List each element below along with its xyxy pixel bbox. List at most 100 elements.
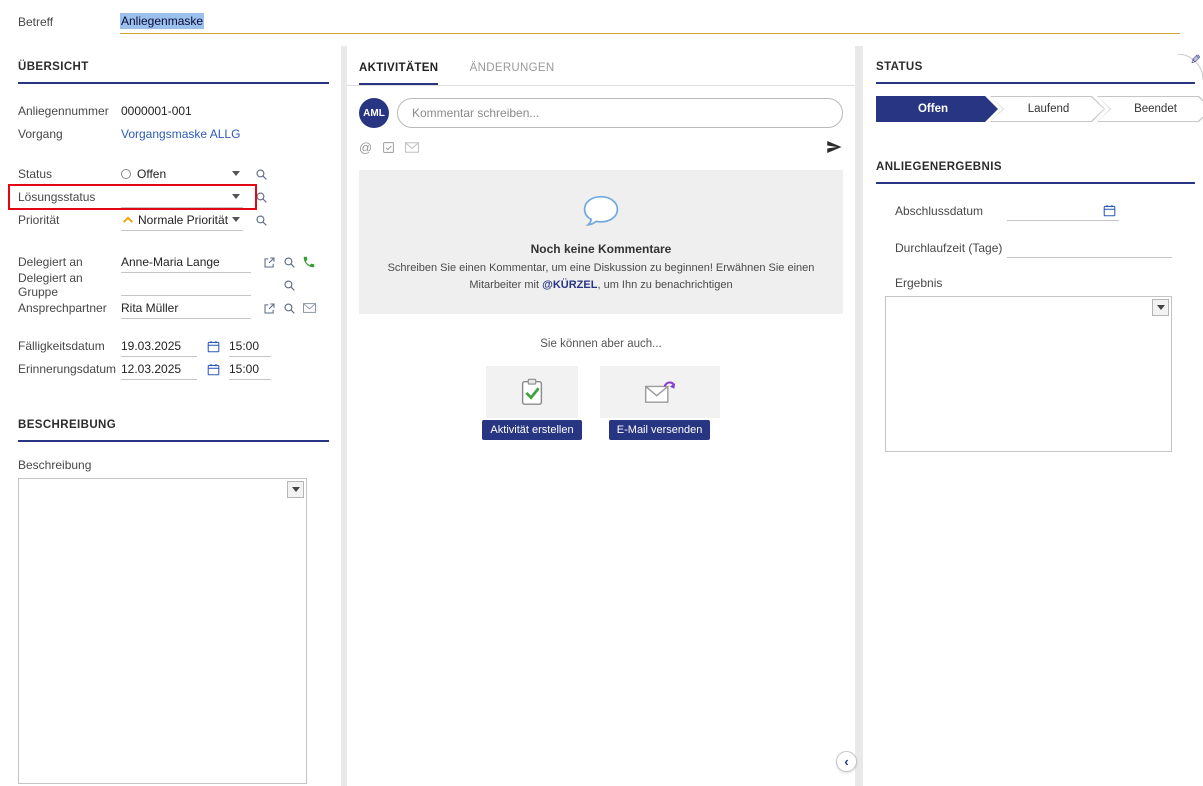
priority-normal-icon	[121, 215, 135, 224]
field-abschlussdatum: Abschlussdatum	[895, 200, 1172, 221]
send-mail-icon	[644, 380, 676, 404]
task-icon[interactable]	[382, 141, 395, 154]
corner-edit-widget: ✎	[1177, 54, 1203, 80]
activities-tabbar: AKTIVITÄTEN ÄNDERUNGEN	[347, 46, 855, 86]
delegiert-gruppe-search-icon[interactable]	[279, 279, 299, 292]
prioritaet-search-icon[interactable]	[251, 214, 271, 227]
field-durchlaufzeit: Durchlaufzeit (Tage)	[895, 237, 1172, 258]
field-anliegennummer: Anliegennummer 0000001-001	[18, 100, 329, 122]
faelligkeitsdatum-calendar-icon[interactable]	[203, 340, 223, 353]
ansprechpartner-search-icon[interactable]	[279, 302, 299, 315]
delegiert-an-open-icon[interactable]	[259, 256, 279, 269]
erinnerungsdatum-calendar-icon[interactable]	[203, 363, 223, 376]
comment-input[interactable]	[410, 105, 830, 121]
send-icon[interactable]	[825, 138, 843, 156]
field-ansprechpartner: Ansprechpartner Rita Müller	[18, 297, 329, 319]
durchlaufzeit-input[interactable]	[1007, 238, 1172, 258]
field-delegiert-gruppe: Delegiert an Gruppe	[18, 274, 329, 296]
subject-label: Betreff	[18, 15, 53, 29]
comment-composer: AML	[359, 98, 843, 128]
prioritaet-label: Priorität	[18, 213, 121, 227]
tab-aenderungen[interactable]: ÄNDERUNGEN	[470, 62, 555, 83]
status-step-offen[interactable]: Offen	[876, 96, 998, 122]
also-text: Sie können aber auch...	[347, 338, 855, 350]
mention-icon[interactable]: @	[359, 140, 372, 155]
send-email-card: E-Mail versenden	[600, 366, 720, 440]
activity-card-iconbox	[486, 366, 578, 418]
status-step-beendet[interactable]: Beendet	[1097, 96, 1203, 122]
no-comments-text-part2: , um Ihn zu benachrichtigen	[597, 279, 732, 291]
erinnerungsdatum-time-input[interactable]: 15:00	[229, 359, 271, 380]
delegiert-an-search-icon[interactable]	[279, 256, 299, 269]
send-email-button[interactable]: E-Mail versenden	[609, 420, 711, 440]
ergebnis-label: Ergebnis	[876, 276, 1203, 290]
field-prioritaet: Priorität Normale Priorität	[18, 209, 329, 231]
faelligkeitsdatum-time-input[interactable]: 15:00	[229, 336, 271, 357]
abschlussdatum-input[interactable]	[1007, 201, 1119, 221]
ansprechpartner-mail-icon[interactable]	[299, 303, 319, 313]
no-comments-panel: Noch keine Kommentare Schreiben Sie eine…	[359, 170, 843, 314]
speech-bubble-icon	[582, 194, 620, 227]
loesungsstatus-label: Lösungsstatus	[18, 190, 121, 204]
loesungsstatus-dropdown-icon[interactable]	[232, 194, 240, 199]
email-icon[interactable]	[405, 142, 419, 153]
comment-toolbar: @	[359, 138, 843, 156]
email-card-iconbox	[600, 366, 720, 418]
chevron-down-icon	[1157, 305, 1165, 310]
faelligkeitsdatum-date-input[interactable]: 19.03.2025	[121, 336, 197, 357]
anliegenergebnis-header: ANLIEGENERGEBNIS	[876, 146, 1195, 184]
delegiert-an-value: Anne-Maria Lange	[121, 255, 220, 269]
ansprechpartner-label: Ansprechpartner	[18, 301, 121, 315]
durchlaufzeit-label: Durchlaufzeit (Tage)	[895, 241, 1007, 255]
ergebnis-form: Abschlussdatum Durchlaufzeit (Tage)	[876, 200, 1203, 258]
beschreibung-header: BESCHREIBUNG	[18, 404, 329, 442]
prioritaet-dropdown-icon[interactable]	[232, 217, 240, 222]
subject-value-selected: Anliegenmaske	[120, 13, 204, 29]
delegiert-gruppe-input[interactable]	[121, 275, 251, 296]
erinnerungsdatum-date-input[interactable]: 12.03.2025	[121, 359, 197, 380]
vorgang-label: Vorgang	[18, 127, 121, 141]
anliegennummer-value: 0000001-001	[121, 104, 192, 118]
field-vorgang: Vorgang Vorgangsmaske ALLG	[18, 123, 329, 145]
faelligkeitsdatum-date: 19.03.2025	[121, 339, 181, 353]
anliegen-window: Betreff Anliegenmaske ÜBERSICHT Anliegen…	[0, 0, 1203, 786]
ergebnis-dropdown-button[interactable]	[1152, 299, 1169, 316]
status-label: Status	[18, 167, 121, 181]
prioritaet-combobox[interactable]: Normale Priorität	[121, 210, 243, 231]
tab-aktivitaeten[interactable]: AKTIVITÄTEN	[359, 62, 438, 85]
quick-action-cards: Aktivität erstellen E-Mail versenden	[347, 366, 855, 440]
loesungsstatus-combobox[interactable]	[121, 187, 243, 208]
chevron-left-icon: ‹	[844, 754, 848, 769]
beschreibung-textarea[interactable]	[18, 478, 307, 784]
subject-input[interactable]: Anliegenmaske	[120, 8, 1180, 34]
delegiert-an-input[interactable]: Anne-Maria Lange	[121, 252, 251, 273]
status-search-icon[interactable]	[251, 168, 271, 181]
erinnerungsdatum-label: Erinnerungsdatum	[18, 362, 121, 376]
vorgang-link[interactable]: Vorgangsmaske ALLG	[121, 127, 240, 141]
status-value: Offen	[137, 167, 166, 181]
beschreibung-dropdown-button[interactable]	[287, 481, 304, 498]
ergebnis-textarea[interactable]	[885, 296, 1172, 452]
ansprechpartner-open-icon[interactable]	[259, 302, 279, 315]
loesungsstatus-search-icon[interactable]	[251, 191, 271, 204]
abschlussdatum-calendar-icon[interactable]	[1099, 204, 1119, 217]
beschreibung-label: Beschreibung	[18, 458, 329, 472]
status-step-laufend[interactable]: Laufend	[990, 96, 1105, 122]
delegiert-an-phone-icon[interactable]	[299, 255, 319, 269]
delegiert-an-label: Delegiert an	[18, 255, 121, 269]
status-dropdown-icon[interactable]	[232, 171, 240, 176]
field-erinnerungsdatum: Erinnerungsdatum 12.03.2025 15:00	[18, 358, 329, 380]
collapse-panel-button[interactable]: ‹	[836, 751, 857, 772]
status-combobox[interactable]: Offen	[121, 164, 243, 185]
field-delegiert-an: Delegiert an Anne-Maria Lange	[18, 251, 329, 273]
comment-input-wrapper[interactable]	[397, 98, 843, 128]
create-activity-button[interactable]: Aktivität erstellen	[482, 420, 581, 440]
ansprechpartner-input[interactable]: Rita Müller	[121, 298, 251, 319]
activities-panel: AKTIVITÄTEN ÄNDERUNGEN AML @ Noch keine …	[347, 46, 855, 786]
avatar: AML	[359, 98, 389, 128]
delegiert-gruppe-label: Delegiert an Gruppe	[18, 271, 121, 299]
field-status: Status Offen	[18, 163, 329, 185]
subject-bar: Betreff Anliegenmaske	[0, 0, 1203, 46]
status-steps: Offen Laufend Beendet	[876, 96, 1203, 122]
edit-pencil-icon[interactable]: ✎	[1190, 52, 1201, 68]
